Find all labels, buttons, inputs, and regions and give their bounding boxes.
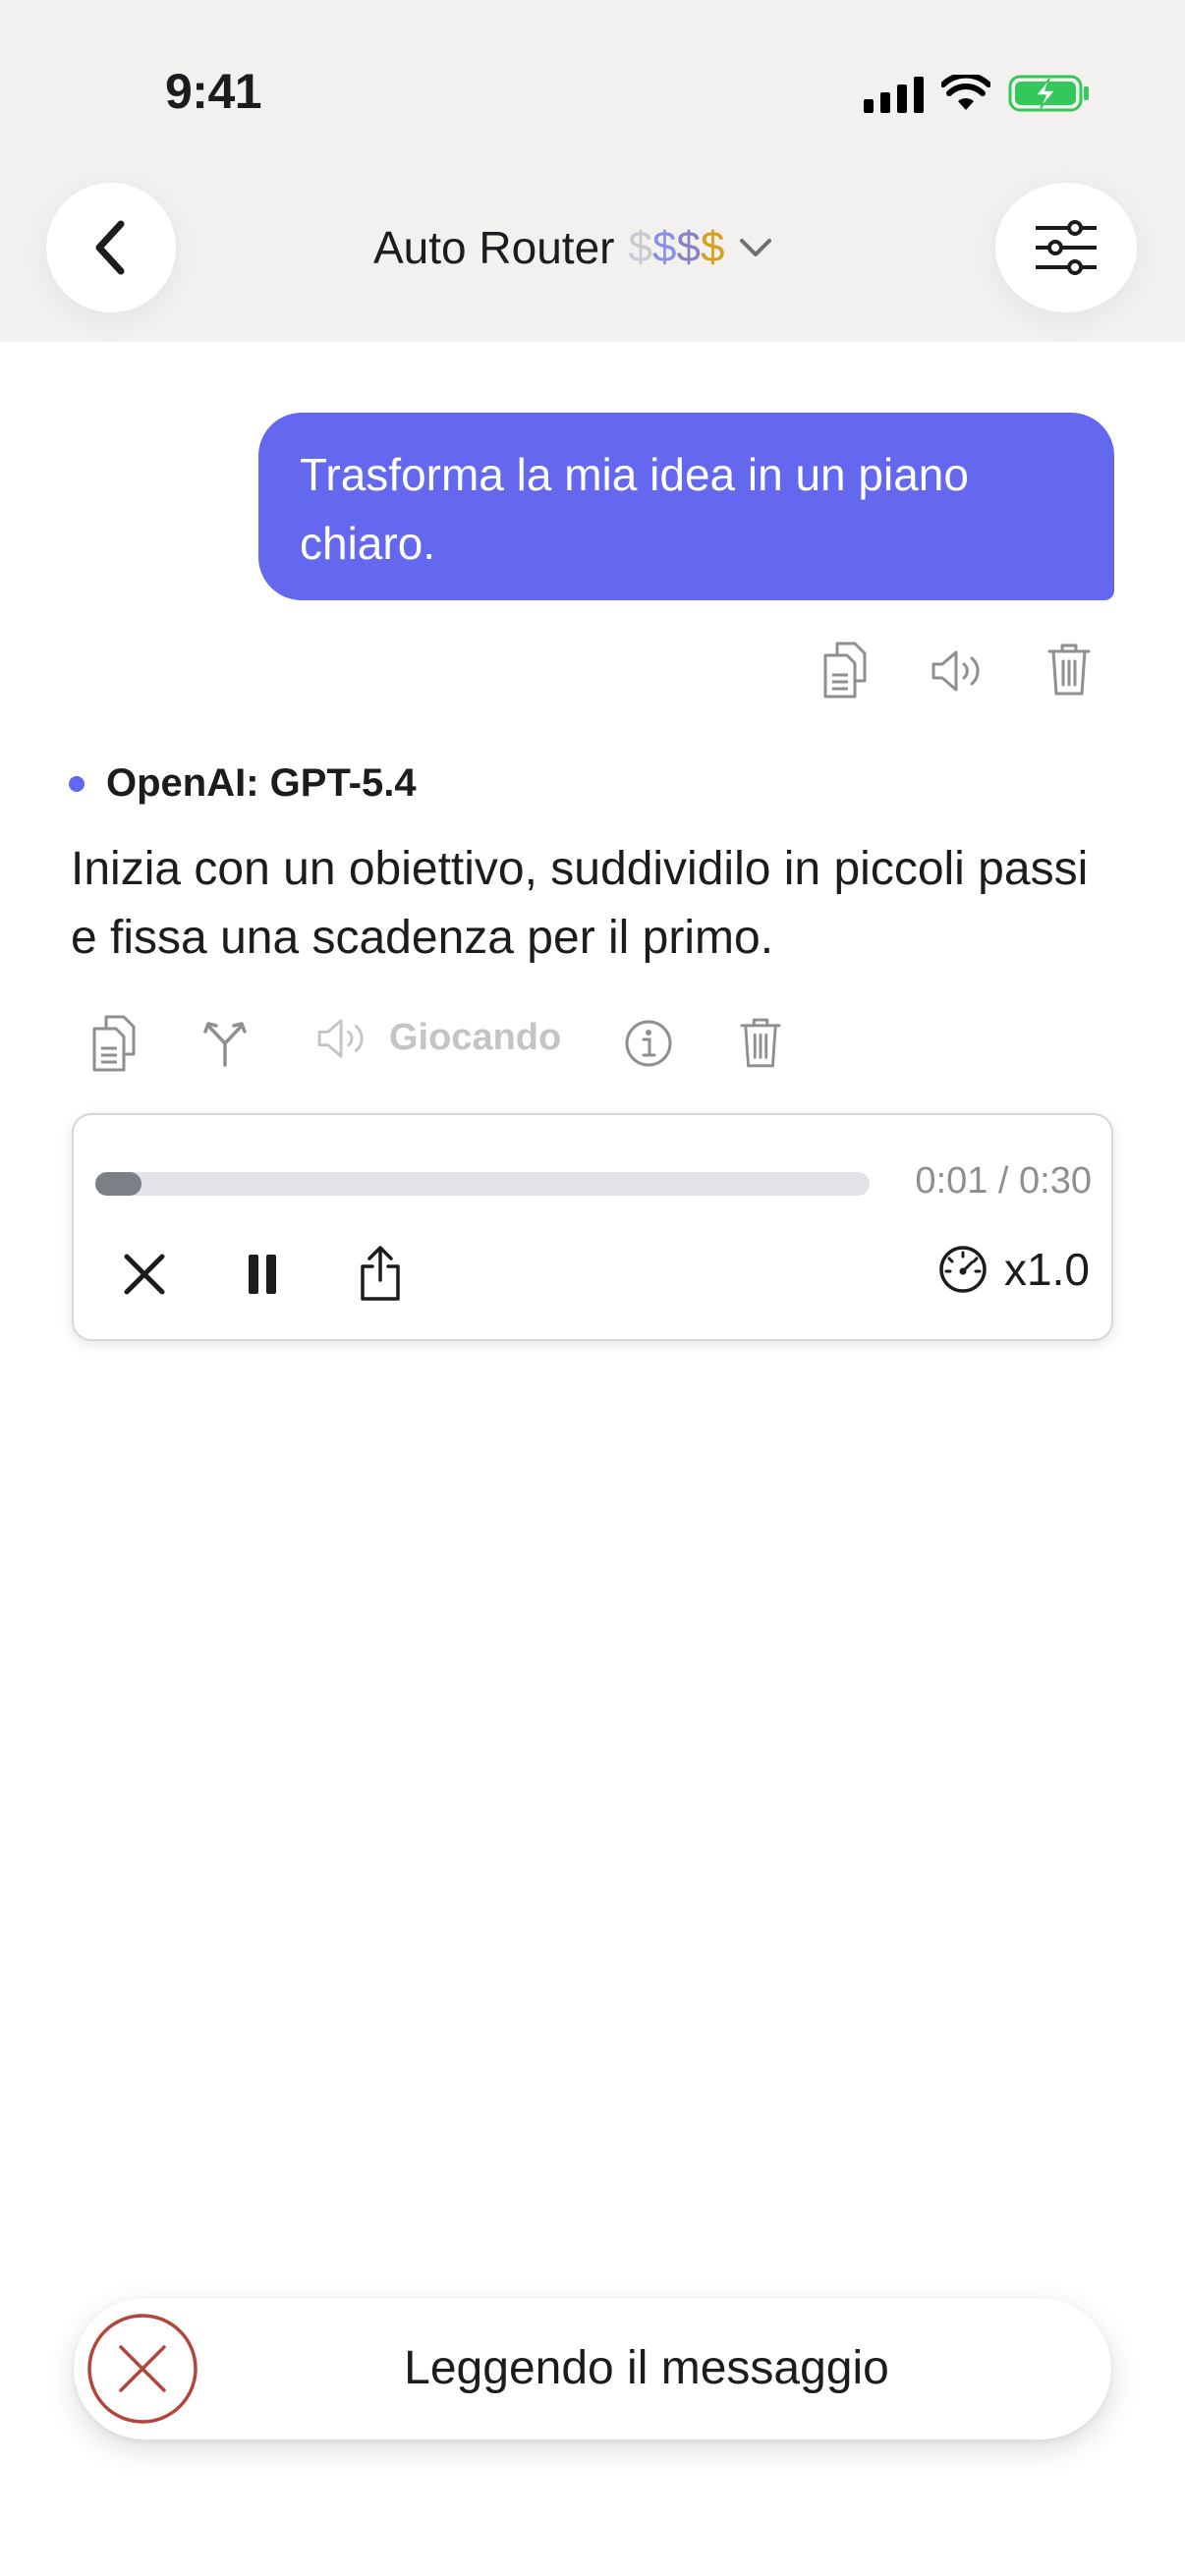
price-symbol: $ <box>628 223 652 271</box>
price-tier: $$$$ <box>628 223 724 272</box>
assistant-model-name: OpenAI: GPT-5.4 <box>106 761 417 805</box>
read-aloud-button[interactable] <box>929 644 988 699</box>
battery-charging-icon <box>1008 75 1089 112</box>
chevron-left-icon <box>95 220 125 275</box>
status-time: 9:41 <box>165 64 262 119</box>
speaker-icon <box>931 650 980 692</box>
status-icons <box>864 69 1091 118</box>
cancel-circle-icon <box>87 2314 198 2424</box>
sliders-icon <box>1036 220 1097 275</box>
trash-icon <box>740 1018 781 1068</box>
speedometer-icon <box>939 1246 987 1293</box>
info-button[interactable] <box>623 1018 674 1069</box>
close-icon <box>124 1254 165 1295</box>
price-symbol: $ <box>676 223 701 271</box>
pause-icon <box>249 1255 276 1294</box>
wifi-icon <box>941 75 990 110</box>
assistant-header: OpenAI: GPT-5.4 <box>69 761 417 806</box>
branch-icon <box>203 1022 247 1067</box>
price-symbol: $ <box>651 223 677 271</box>
delete-button[interactable] <box>739 1014 782 1071</box>
speed-label: x1.0 <box>1004 1244 1090 1295</box>
audio-player: 0:01 / 0:30 x1.0 <box>72 1113 1113 1341</box>
back-button[interactable] <box>46 183 176 312</box>
trash-icon <box>1047 644 1091 696</box>
cellular-signal-icon <box>864 74 924 113</box>
stop-reading-button[interactable] <box>85 2312 199 2426</box>
reading-toast: Leggendo il messaggio <box>74 2298 1111 2439</box>
assistant-message-text: Inizia con un obiettivo, suddividilo in … <box>71 843 1089 964</box>
delete-button[interactable] <box>1046 639 1092 700</box>
progress-fill <box>95 1172 142 1196</box>
share-icon <box>361 1246 400 1301</box>
speaker-icon <box>317 1018 364 1058</box>
copy-button[interactable] <box>816 639 875 701</box>
info-icon <box>625 1020 672 1067</box>
copy-icon <box>823 642 867 699</box>
close-player-button[interactable] <box>113 1243 176 1306</box>
model-name: Auto Router <box>373 222 615 273</box>
top-bar: 9:41 Auto Router $$$$ <box>0 0 1185 342</box>
playback-time: 0:01 / 0:30 <box>915 1160 1092 1202</box>
playing-label: Giocando <box>389 1017 562 1058</box>
branch-button[interactable] <box>199 1018 251 1069</box>
toast-text: Leggendo il messaggio <box>404 2342 889 2394</box>
price-symbol: $ <box>700 223 725 271</box>
copy-button[interactable] <box>86 1012 141 1075</box>
pause-button[interactable] <box>231 1243 294 1306</box>
share-button[interactable] <box>349 1239 412 1308</box>
user-message-bubble: Trasforma la mia idea in un piano chiaro… <box>258 413 1114 600</box>
chevron-down-icon <box>740 239 772 256</box>
progress-track[interactable] <box>95 1172 870 1196</box>
playing-indicator: Giocando <box>316 1017 561 1059</box>
model-selector[interactable]: Auto Router $$$$ <box>373 216 773 279</box>
settings-button[interactable] <box>995 183 1137 312</box>
copy-icon <box>92 1015 136 1072</box>
playback-speed[interactable]: x1.0 <box>937 1243 1090 1296</box>
model-indicator-dot <box>69 775 85 792</box>
